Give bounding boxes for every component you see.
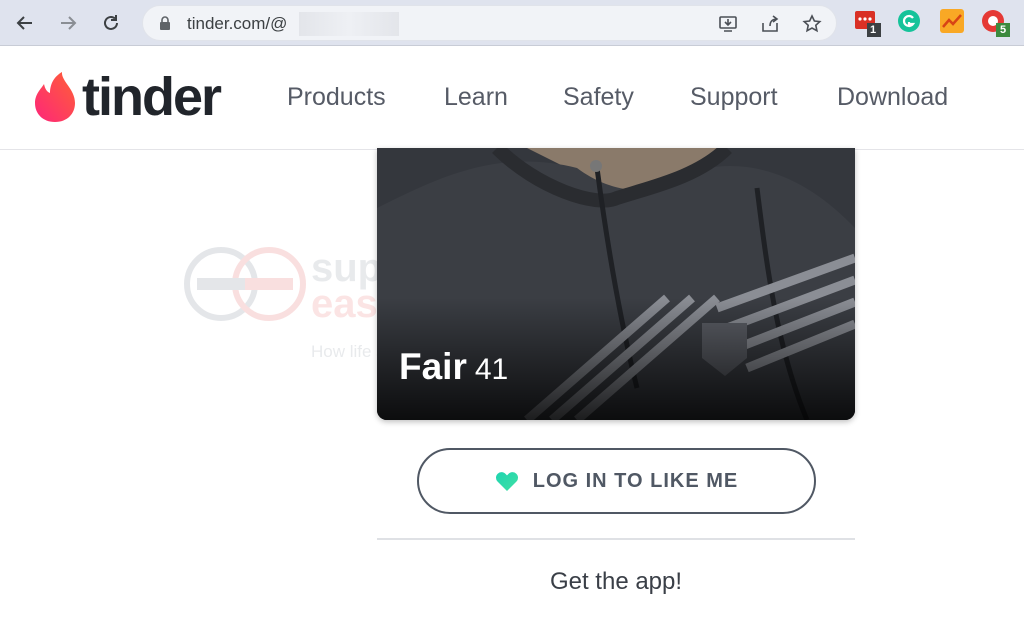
nav-safety[interactable]: Safety — [563, 83, 634, 112]
site-header: tinder Products Learn Safety Support Dow… — [0, 47, 1024, 150]
divider — [377, 538, 855, 540]
get-app-link[interactable]: Get the app! — [377, 568, 855, 596]
grammarly-icon[interactable] — [897, 9, 921, 33]
nav-download[interactable]: Download — [837, 83, 948, 112]
nav-learn[interactable]: Learn — [444, 83, 508, 112]
chart-extension-icon[interactable] — [940, 9, 964, 33]
profile-name: Fair 41 — [399, 346, 508, 388]
flame-icon — [35, 72, 75, 122]
nav-support[interactable]: Support — [690, 83, 778, 112]
forward-button[interactable] — [55, 10, 81, 36]
install-app-icon[interactable] — [717, 13, 739, 35]
share-icon[interactable] — [759, 13, 781, 35]
lock-icon — [160, 16, 170, 30]
url-text: tinder.com/@ — [187, 14, 288, 33]
browser-toolbar: tinder.com/@ 1 5 — [0, 0, 1024, 46]
nav-products[interactable]: Products — [287, 83, 386, 112]
arrow-right-icon — [61, 16, 77, 30]
login-button-label: LOG IN TO LIKE ME — [532, 469, 739, 492]
profile-card[interactable]: Fair 41 — [377, 148, 855, 420]
extension-badge: 1 — [870, 24, 877, 36]
address-bar[interactable]: tinder.com/@ — [142, 5, 837, 41]
reload-button[interactable] — [98, 10, 124, 36]
watermark-logo — [184, 247, 306, 321]
extension-1-icon[interactable]: 1 — [855, 9, 881, 37]
url-redaction — [299, 12, 399, 36]
reload-icon — [104, 15, 118, 30]
extension-2-icon[interactable]: 5 — [982, 9, 1010, 37]
bookmark-star-icon[interactable] — [801, 13, 823, 35]
arrow-left-icon — [16, 16, 32, 30]
profile-age: 41 — [474, 353, 509, 386]
extension-badge: 5 — [1000, 24, 1007, 36]
watermark: sup easy How life sh — [183, 246, 400, 361]
tinder-logo[interactable]: tinder — [34, 67, 222, 127]
logo-text: tinder — [82, 67, 222, 127]
back-button[interactable] — [12, 10, 38, 36]
heart-icon — [495, 472, 518, 491]
login-to-like-button[interactable]: LOG IN TO LIKE ME — [417, 448, 816, 514]
profile-name-text: Fair — [399, 346, 467, 387]
